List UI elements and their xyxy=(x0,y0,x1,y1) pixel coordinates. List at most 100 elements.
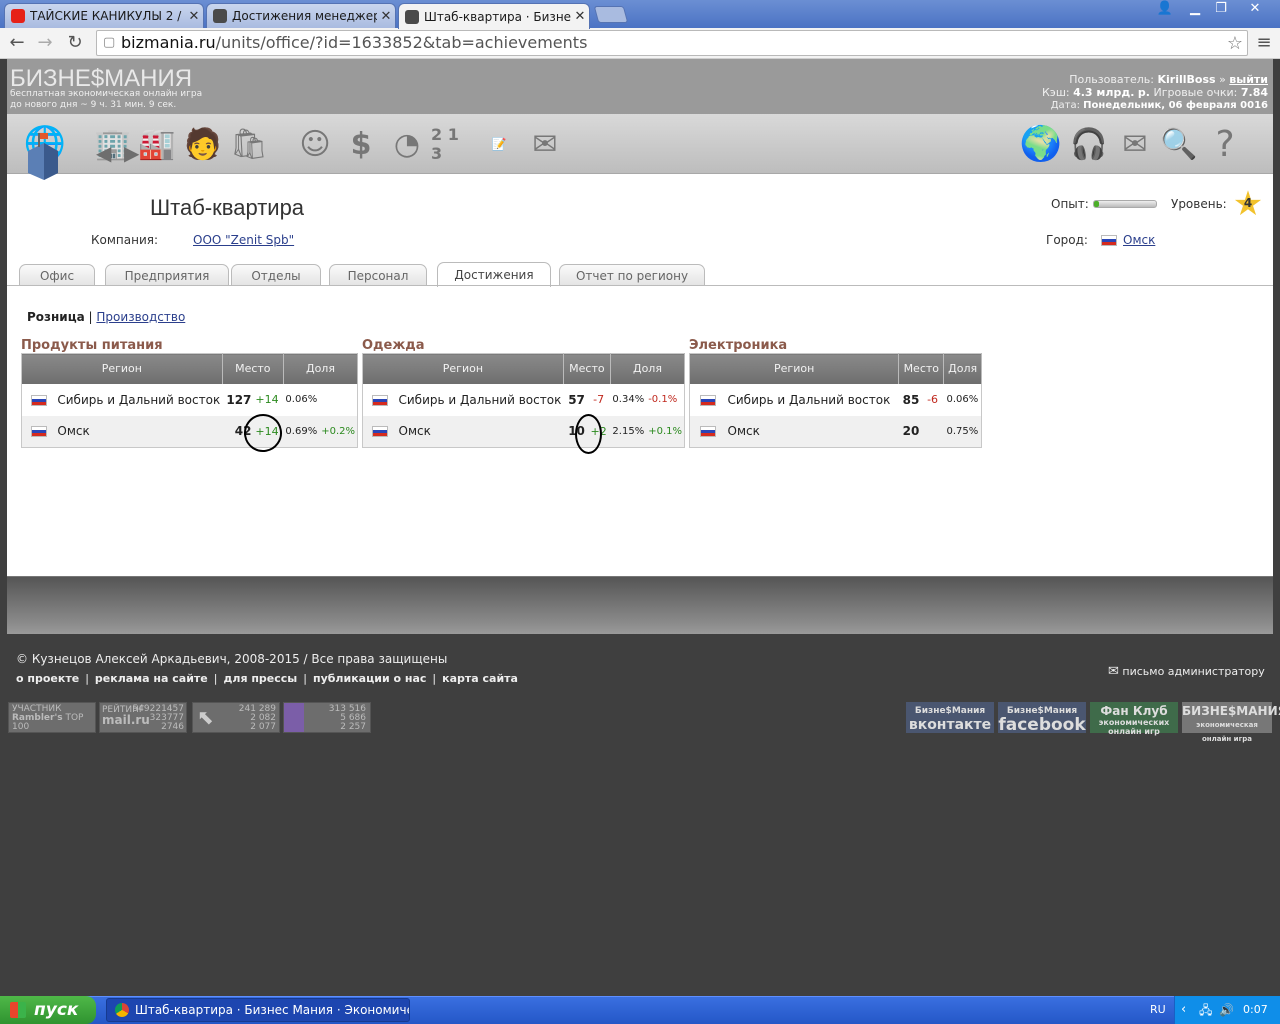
envelope-icon[interactable]: ✉ xyxy=(525,122,565,166)
tab-departments[interactable]: Отделы xyxy=(231,264,321,286)
cash-unit: р. xyxy=(1137,86,1150,99)
shopping-bag-icon[interactable]: 🛍 xyxy=(229,122,269,166)
search-icon[interactable]: 🔍 xyxy=(1159,122,1199,166)
flag-cell xyxy=(689,383,726,416)
close-window-icon[interactable]: ✕ xyxy=(1240,0,1270,18)
mail-admin-link[interactable]: ✉ письмо администратору xyxy=(1108,664,1265,679)
tab-office[interactable]: Офис xyxy=(19,264,95,286)
ranking-podium-icon[interactable]: 2 1 3 xyxy=(431,122,471,166)
close-tab-icon[interactable]: ✕ xyxy=(571,9,589,24)
achievements-table-food: Регион Место Доля Сибирь и Дальний восто… xyxy=(21,353,359,448)
site-tagline: бесплатная экономическая онлайн игра xyxy=(10,89,203,99)
reload-icon[interactable]: ↻ xyxy=(64,32,86,54)
start-button[interactable]: пуск xyxy=(0,996,96,1024)
mail-admin-label: письмо администратору xyxy=(1122,665,1265,678)
company-link[interactable]: ООО "Zenit Spb" xyxy=(193,233,294,247)
new-tab-button[interactable] xyxy=(593,6,629,23)
browser-tab-label: Штаб-квартира · Бизнес Ма xyxy=(424,9,571,24)
notes-icon[interactable]: 📝 xyxy=(479,122,519,166)
footer-link-publications[interactable]: публикации о нас xyxy=(313,672,426,685)
chrome-icon xyxy=(115,1003,129,1017)
menu-icon[interactable]: ≡ xyxy=(1254,32,1274,53)
share-change-cell xyxy=(319,383,358,416)
column-header-place: Место xyxy=(563,353,611,384)
production-filter-link[interactable]: Производство xyxy=(96,310,185,324)
tab-achievements[interactable]: Достижения xyxy=(437,262,551,287)
footer-link-advertising[interactable]: реклама на сайте xyxy=(95,672,208,685)
logout-link[interactable]: выйти xyxy=(1229,73,1268,86)
previous-unit-arrow-icon[interactable]: ◀ xyxy=(96,141,111,165)
tray-expand-icon[interactable]: ‹ xyxy=(1181,996,1186,1024)
social-text: экономическая онлайн игра xyxy=(1196,721,1258,743)
rambler-top100-badge[interactable]: УЧАСТНИК Rambler's TOP 100 xyxy=(8,702,96,733)
clock[interactable]: 0:07 xyxy=(1243,996,1268,1024)
tab-region-report[interactable]: Отчет по региону xyxy=(559,264,705,286)
system-tray: ‹ 🖧 🔊 0:07 xyxy=(1174,996,1280,1024)
date-value: Понедельник, 06 февраля 0016 xyxy=(1083,100,1268,111)
next-unit-arrow-icon[interactable]: ▶ xyxy=(124,141,139,165)
volume-icon[interactable]: 🔊 xyxy=(1219,996,1234,1024)
place-change-cell xyxy=(921,415,944,448)
place-cell: 127 xyxy=(222,383,254,416)
smiley-icon[interactable]: ☺ xyxy=(295,122,335,166)
close-tab-icon[interactable]: ✕ xyxy=(185,9,203,24)
support-headset-icon[interactable]: 🎧 xyxy=(1069,122,1109,166)
browser-tab-achievements[interactable]: Достижения менеджера · Б ✕ xyxy=(206,3,396,28)
username[interactable]: KirillBoss xyxy=(1157,73,1215,86)
retail-filter-active[interactable]: Розница xyxy=(27,310,85,324)
user-info: Пользователь: KirillBoss » выйти Кэш: 4.… xyxy=(1042,73,1268,112)
factory-icon[interactable]: 🏭 xyxy=(137,122,177,166)
pie-chart-icon[interactable]: ◔ xyxy=(387,122,427,166)
mail-icon[interactable]: ✉ xyxy=(1115,122,1155,166)
footer-link-sitemap[interactable]: карта сайта xyxy=(442,672,518,685)
user-profile-icon[interactable]: 👤 xyxy=(1152,0,1178,18)
back-icon[interactable]: ← xyxy=(6,32,28,54)
footer-link-about[interactable]: о проекте xyxy=(16,672,79,685)
page-icon: ▢ xyxy=(103,35,116,50)
liveinternet-counter-badge[interactable]: ⬉ 241 289 2 082 2 077 xyxy=(192,702,280,733)
stats-counter-badge[interactable]: 313 516 5 686 2 257 xyxy=(283,702,371,733)
address-bar[interactable]: ▢ bizmania.ru/units/office/?id=1633852&t… xyxy=(96,30,1248,56)
region-cell: Омск xyxy=(55,415,223,448)
taskbar-window-chrome[interactable]: Штаб-квартира · Бизнес Мания · Экономиче… xyxy=(106,998,410,1022)
bookmark-star-icon[interactable]: ☆ xyxy=(1227,32,1243,56)
mailru-rating-badge[interactable]: РЕЙТИНГ mail.ru 549221457 323777 2746 xyxy=(99,702,187,733)
column-header-share: Доля xyxy=(943,353,982,384)
bizmania-banner-link[interactable]: БИЗНЕ$МАНИЯ экономическая онлайн игра xyxy=(1182,702,1280,743)
city-label: Город: xyxy=(1046,233,1088,247)
column-header-share: Доля xyxy=(610,353,686,384)
help-icon[interactable]: ? xyxy=(1205,122,1245,166)
tab-staff[interactable]: Персонал xyxy=(329,264,427,286)
browser-tab-youtube[interactable]: ТАЙСКИЕ КАНИКУЛЫ 2 / сер ✕ xyxy=(4,3,204,28)
taskbar-window-label: Штаб-квартира · Бизнес Мания · Экономиче… xyxy=(135,1003,409,1017)
fan-club-link[interactable]: Фан Клуб экономических онлайн игр xyxy=(1090,702,1178,736)
close-tab-icon[interactable]: ✕ xyxy=(377,9,395,24)
share-change-cell: -0.1% xyxy=(646,383,685,416)
share-cell: 2.15% xyxy=(610,415,647,448)
browser-tab-hq[interactable]: Штаб-квартира · Бизнес Ма ✕ xyxy=(398,3,590,29)
world-icon[interactable]: 🌍 xyxy=(1020,122,1062,166)
facebook-link[interactable]: Бизне$Мания facebook xyxy=(998,702,1086,734)
city-link[interactable]: Омск xyxy=(1123,233,1155,247)
annotation-circle xyxy=(575,414,602,454)
experience-bar-fill xyxy=(1094,201,1099,207)
forward-icon[interactable]: → xyxy=(34,32,56,54)
table-header-row: Регион Место Доля xyxy=(689,353,982,384)
table-header-row: Регион Место Доля xyxy=(21,353,359,384)
separator: » xyxy=(1219,73,1226,86)
separator: | xyxy=(85,672,89,685)
tab-enterprises[interactable]: Предприятия xyxy=(105,264,229,286)
category-title-electronics: Электроника xyxy=(689,338,788,353)
dollar-icon[interactable]: $ xyxy=(341,122,381,166)
points-value: 7.84 xyxy=(1240,86,1268,99)
footer-link-press[interactable]: для прессы xyxy=(224,672,298,685)
language-indicator[interactable]: RU xyxy=(1150,996,1166,1024)
manager-face-icon[interactable]: 🧑 xyxy=(183,122,223,166)
network-icon[interactable]: 🖧 xyxy=(1199,996,1212,1024)
social-text: Фан Клуб xyxy=(1100,704,1168,718)
table-row: Омск 20 0.75% xyxy=(689,415,982,448)
share-cell: 0.06% xyxy=(283,383,320,416)
restore-icon[interactable]: ❐ xyxy=(1208,0,1234,18)
vkontakte-link[interactable]: Бизне$Мания вконтакте xyxy=(906,702,994,733)
minimize-icon[interactable]: ▁ xyxy=(1182,0,1208,18)
